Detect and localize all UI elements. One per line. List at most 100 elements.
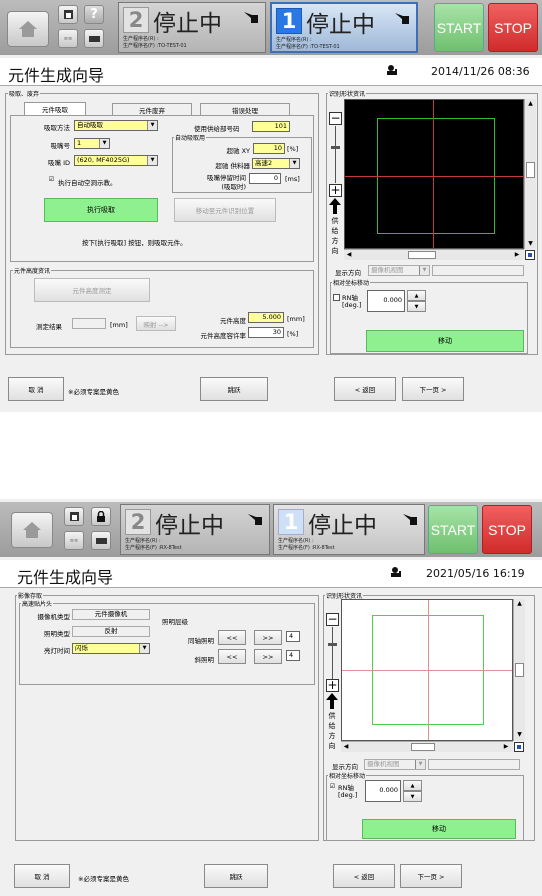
skip-button[interactable]: 跳跃 xyxy=(204,864,268,888)
viewer-vertical-scrollbar[interactable]: ▲ ▼ xyxy=(524,99,536,249)
viewer-vertical-scrollbar[interactable]: ▲ ▼ xyxy=(513,599,525,741)
move-to-recognition-button[interactable]: 移动至元件识别位置 xyxy=(174,198,276,222)
viewer-horizontal-scrollbar[interactable]: ◀ ▶ xyxy=(341,741,513,752)
rn-axis-field[interactable]: 0.000 xyxy=(367,290,405,312)
home-button[interactable] xyxy=(11,512,53,548)
oblique-decrease-button[interactable]: << xyxy=(218,649,246,664)
start-button[interactable]: START xyxy=(428,505,478,554)
viewer-corner-button[interactable] xyxy=(514,742,524,752)
zoom-out-button[interactable]: − xyxy=(329,112,342,125)
side-text-4: 向 xyxy=(328,742,336,750)
recognition-viewer[interactable] xyxy=(344,99,524,249)
zoom-in-button[interactable]: + xyxy=(329,184,342,197)
display-extra-field xyxy=(432,265,524,276)
move-exec-button[interactable]: 移动 xyxy=(366,330,524,352)
home-button[interactable] xyxy=(7,11,49,47)
cancel-button[interactable]: 取 消 xyxy=(14,864,70,888)
recognition-viewer[interactable] xyxy=(341,599,513,741)
program-name-r: 生产程序名(R) : xyxy=(125,538,161,544)
chevron-down-icon: ▼ xyxy=(289,159,299,168)
auto-empty-checkbox[interactable]: ☑ xyxy=(48,177,55,184)
select-value: 高速2 xyxy=(255,159,273,167)
wait-field[interactable]: 0 xyxy=(249,173,281,184)
lane-2-status[interactable]: 2 停止中 生产程序名(R) : 生产程序名(F) :TO-TEST-01 xyxy=(118,2,266,53)
height-measure-button[interactable]: 元件高度测定 xyxy=(34,278,150,302)
camera-button[interactable] xyxy=(91,531,111,550)
rn-increase-button[interactable]: ▲ xyxy=(407,290,426,301)
scroll-thumb[interactable] xyxy=(408,251,436,259)
chevron-down-icon: ▼ xyxy=(419,266,429,275)
display-direction-select[interactable]: 摄像机视图 ▼ xyxy=(368,265,430,276)
scroll-thumb[interactable] xyxy=(411,743,435,751)
zoom-slider-handle[interactable] xyxy=(331,146,340,149)
nozzle-select[interactable]: 1 ▼ xyxy=(74,138,110,149)
machine-icon xyxy=(403,514,417,525)
next-button[interactable]: 下一页 > xyxy=(402,377,464,401)
feeder-field[interactable]: 101 xyxy=(252,121,290,132)
tab-part-suction[interactable]: 元件吸取 xyxy=(24,102,86,115)
mode-button[interactable]: ≡≡ xyxy=(64,531,84,550)
rn-axis-checkbox[interactable]: ☑ xyxy=(329,784,336,791)
viewer-corner-button[interactable] xyxy=(525,250,535,260)
feeder-speed-select[interactable]: 高速2 ▼ xyxy=(252,158,300,169)
stop-button[interactable]: STOP xyxy=(482,505,532,554)
viewer-horizontal-scrollbar[interactable]: ◀ ▶ xyxy=(344,249,524,260)
zoom-slider-track[interactable] xyxy=(332,627,333,679)
tab-error-handling[interactable]: 错误处理 xyxy=(200,103,290,115)
window-icon-button[interactable] xyxy=(64,507,84,526)
coaxial-increase-button[interactable]: >> xyxy=(254,630,282,645)
cancel-button[interactable]: 取 消 xyxy=(8,377,64,401)
zoom-slider-handle[interactable] xyxy=(328,643,337,646)
scroll-down-icon[interactable]: ▼ xyxy=(514,730,525,740)
help-button[interactable]: ? xyxy=(84,5,104,24)
rn-decrease-button[interactable]: ▼ xyxy=(407,301,426,312)
scroll-thumb[interactable] xyxy=(526,162,535,178)
camera-button[interactable] xyxy=(84,29,104,48)
tolerance-field[interactable]: 30 xyxy=(248,327,284,338)
nozzle-id-select[interactable]: (620, MF4025G) ▼ xyxy=(74,155,158,166)
back-button[interactable]: < 返回 xyxy=(333,864,395,888)
scroll-down-icon[interactable]: ▼ xyxy=(525,239,536,249)
exec-suction-button[interactable]: 执行吸取 xyxy=(44,198,158,222)
mode-button[interactable]: ≡≡ xyxy=(58,29,78,48)
window-icon-button[interactable] xyxy=(58,5,78,24)
next-button[interactable]: 下一页 > xyxy=(400,864,462,888)
rn-decrease-button[interactable]: ▼ xyxy=(403,791,422,802)
display-direction-select[interactable]: 摄像机视图 ▼ xyxy=(364,759,426,770)
lane-1-status[interactable]: 1 停止中 生产程序名(R) : 生产程序名(F) :RX-8Test xyxy=(273,504,425,555)
suction-method-select[interactable]: 自动吸取 ▼ xyxy=(74,120,158,131)
back-button[interactable]: < 返回 xyxy=(334,377,396,401)
zoom-slider-track[interactable] xyxy=(335,126,336,183)
program-names: 生产程序名(R) : 生产程序名(F) :RX-8Test xyxy=(125,538,182,552)
rn-increase-button[interactable]: ▲ xyxy=(403,780,422,791)
light-time-select[interactable]: 闪烁 ▼ xyxy=(72,643,150,654)
skip-button[interactable]: 跳跃 xyxy=(200,377,268,401)
scroll-left-icon[interactable]: ◀ xyxy=(341,742,351,752)
zoom-in-button[interactable]: + xyxy=(326,679,339,692)
xy-field[interactable]: 10 xyxy=(253,143,285,154)
lane-1-status[interactable]: 1 停止中 生产程序名(R) : 生产程序名(F) :TO-TEST-01 xyxy=(270,2,418,53)
scroll-right-icon[interactable]: ▶ xyxy=(512,250,522,260)
stop-button[interactable]: STOP xyxy=(488,3,538,52)
tab-part-discard[interactable]: 元件废弃 xyxy=(112,103,192,115)
user-icon xyxy=(391,567,401,577)
scroll-up-icon[interactable]: ▲ xyxy=(525,99,536,109)
scroll-thumb[interactable] xyxy=(515,663,524,677)
oblique-increase-button[interactable]: >> xyxy=(254,649,282,664)
map-button[interactable]: 映射 --> xyxy=(136,316,176,331)
coaxial-decrease-button[interactable]: << xyxy=(218,630,246,645)
start-button[interactable]: START xyxy=(434,3,484,52)
scroll-right-icon[interactable]: ▶ xyxy=(501,742,511,752)
scroll-left-icon[interactable]: ◀ xyxy=(344,250,354,260)
select-value: 闪烁 xyxy=(75,644,88,652)
scroll-up-icon[interactable]: ▲ xyxy=(514,599,525,609)
lock-button[interactable] xyxy=(91,507,111,526)
rn-axis-checkbox[interactable] xyxy=(333,294,340,301)
move-exec-button[interactable]: 移动 xyxy=(362,819,516,839)
machine-icon xyxy=(248,514,262,525)
lane-2-status[interactable]: 2 停止中 生产程序名(R) : 生产程序名(F) :RX-8Test xyxy=(120,504,270,555)
side-text-1: 供 xyxy=(328,712,336,720)
part-height-field[interactable]: 5.000 xyxy=(248,312,284,323)
zoom-out-button[interactable]: − xyxy=(326,613,339,626)
rn-axis-field[interactable]: 0.000 xyxy=(365,780,401,802)
